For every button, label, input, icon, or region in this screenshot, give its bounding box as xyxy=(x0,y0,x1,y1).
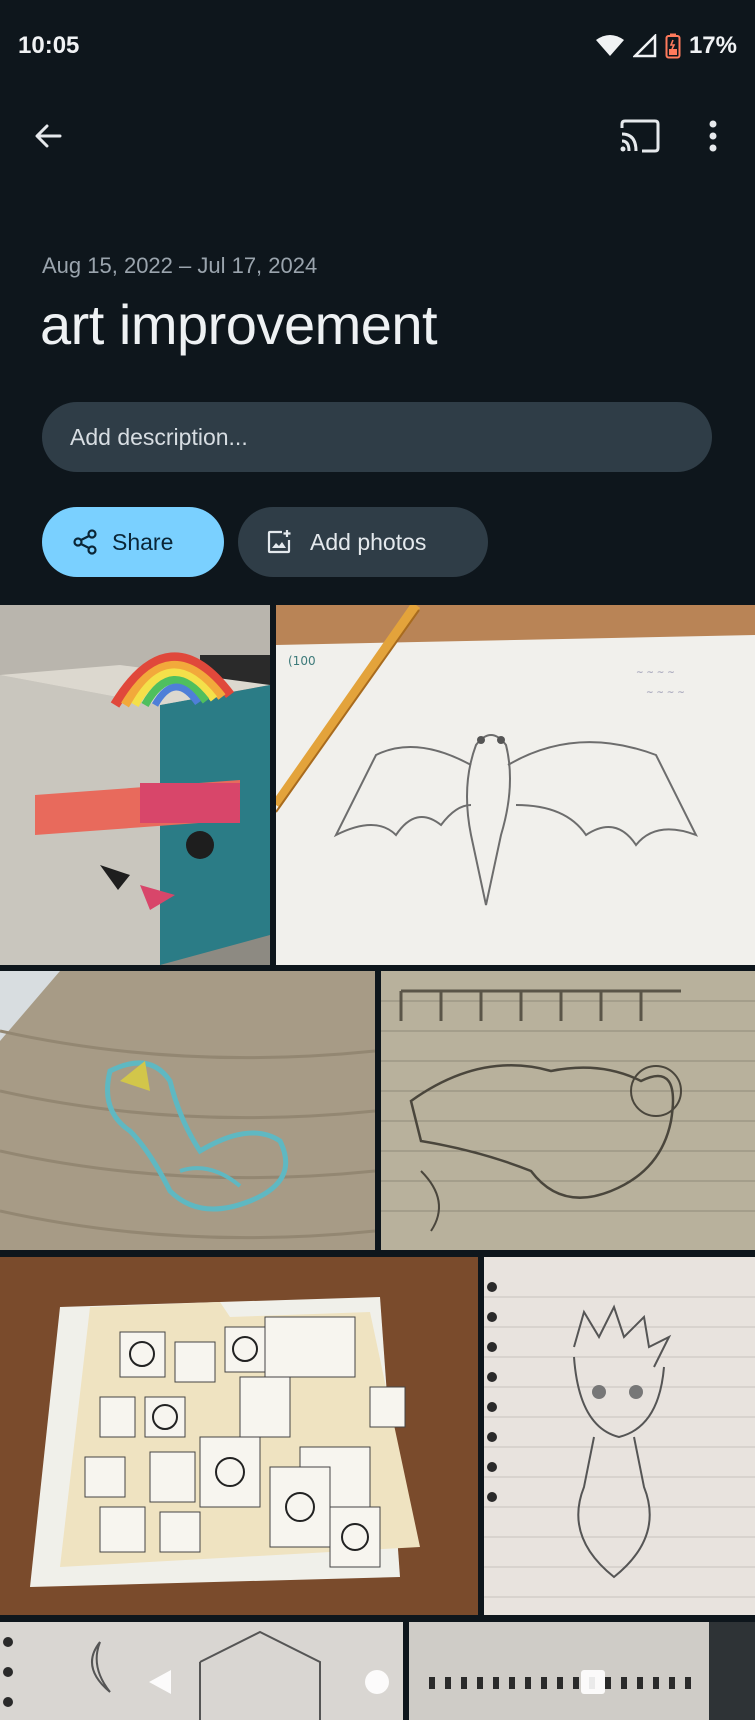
system-nav-bar xyxy=(0,1640,755,1720)
nav-recents-button[interactable] xyxy=(573,1662,613,1702)
more-vert-icon xyxy=(709,120,717,152)
nav-home-button[interactable] xyxy=(357,1662,397,1702)
share-icon xyxy=(73,529,97,555)
photo-image xyxy=(484,1257,755,1615)
photo-image xyxy=(0,971,375,1250)
top-app-bar xyxy=(0,100,755,172)
photo-thumbnail[interactable] xyxy=(0,1257,478,1615)
photo-image xyxy=(0,605,270,965)
cast-icon xyxy=(620,119,660,153)
photo-thumbnail[interactable] xyxy=(0,971,375,1250)
cell-signal-icon xyxy=(632,34,657,58)
wifi-icon xyxy=(595,34,625,58)
back-button[interactable] xyxy=(20,108,76,164)
svg-text:~ ~ ~ ~: ~ ~ ~ ~ xyxy=(646,688,685,698)
battery-low-icon xyxy=(665,33,681,59)
nav-back-icon xyxy=(149,1670,171,1694)
photo-thumbnail[interactable] xyxy=(0,605,270,965)
share-button[interactable]: Share xyxy=(42,507,224,577)
nav-home-icon xyxy=(365,1670,389,1694)
add-photos-label: Add photos xyxy=(310,528,427,555)
add-photos-button[interactable]: Add photos xyxy=(238,507,488,577)
more-options-button[interactable] xyxy=(685,108,741,164)
nav-recents-icon xyxy=(581,1670,605,1694)
photo-image xyxy=(381,971,755,1250)
description-placeholder: Add description... xyxy=(70,423,248,450)
battery-percent: 17% xyxy=(688,32,737,59)
svg-text:~ ~ ~ ~: ~ ~ ~ ~ xyxy=(636,668,675,678)
photo-image: (100 ~ ~ ~ ~ ~ ~ ~ ~ xyxy=(276,605,755,965)
photo-image xyxy=(0,1257,478,1615)
share-label: Share xyxy=(112,528,174,555)
photo-thumbnail[interactable]: (100 ~ ~ ~ ~ ~ ~ ~ ~ xyxy=(276,605,755,965)
add-photo-icon xyxy=(267,530,291,554)
photo-thumbnail[interactable] xyxy=(484,1257,755,1615)
album-page: 10:05 17% Aug 15, 2022 – Jul 17, 2024 ar… xyxy=(0,0,755,1720)
status-icons: 17% xyxy=(595,32,737,60)
status-bar: 10:05 17% xyxy=(0,0,755,92)
album-date-range: Aug 15, 2022 – Jul 17, 2024 xyxy=(42,253,318,278)
back-arrow-icon xyxy=(35,124,62,148)
description-field[interactable]: Add description... xyxy=(42,402,712,472)
svg-text:(100: (100 xyxy=(288,654,316,668)
nav-back-button[interactable] xyxy=(140,1662,180,1702)
cast-button[interactable] xyxy=(612,108,668,164)
status-time: 10:05 xyxy=(18,32,80,59)
album-title[interactable]: art improvement xyxy=(40,292,438,357)
action-buttons: Share Add photos xyxy=(42,507,488,577)
photo-thumbnail[interactable] xyxy=(381,971,755,1250)
